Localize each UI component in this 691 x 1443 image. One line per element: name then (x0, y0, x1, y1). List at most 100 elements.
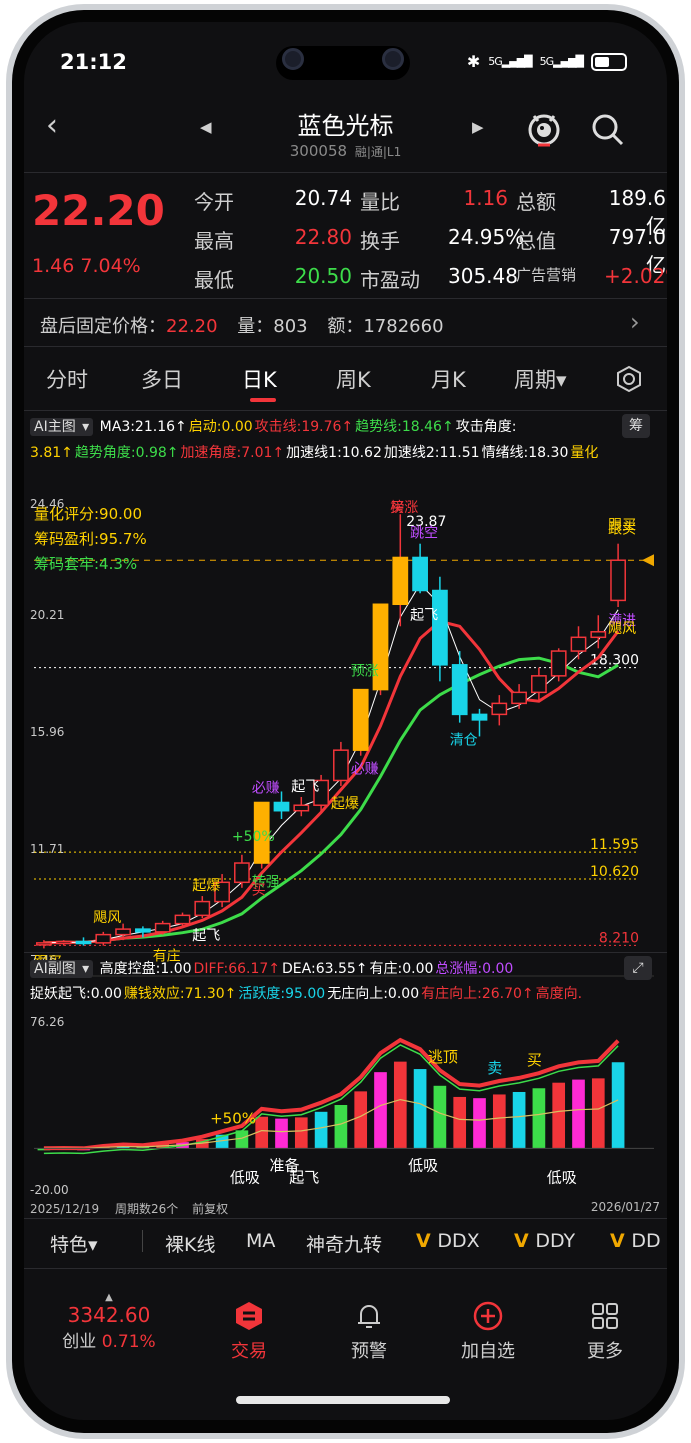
sub-bar (294, 1117, 308, 1149)
chip-distribution-icon[interactable]: 筹 (622, 414, 650, 438)
candle-body (135, 928, 151, 933)
signal-icon: 5G▂▄▆█ (539, 55, 584, 68)
feature-dropdown[interactable]: 特色▾ (50, 1230, 98, 1257)
bottom-nav: ▲ 3342.60 创业 0.71% 交易 预警 加自选 更多 (24, 1284, 667, 1374)
tab-multi-day[interactable]: 多日 (141, 364, 183, 394)
stock-name: 蓝色光标 (297, 112, 394, 140)
adjust-mode: 前复权 (192, 1202, 229, 1216)
legend-item: 3.81↑ (30, 445, 73, 461)
legend-item: DIFF:66.17↑ (193, 961, 281, 977)
tab-monthly-k[interactable]: 月K (431, 364, 466, 394)
signal-label: +50% (232, 829, 275, 845)
candle-body (95, 933, 112, 944)
toolbar-item-td9[interactable]: 神奇九转 (306, 1230, 382, 1257)
price-change: 1.46 7.04% (32, 255, 141, 277)
toolbar-item-ddy[interactable]: V DDY (514, 1230, 575, 1252)
legend-item: 量化 (570, 445, 599, 461)
legend-item: MA3:21.16↑ (99, 419, 187, 435)
settings-icon[interactable] (614, 364, 644, 399)
quote-value: 20.74 (294, 186, 352, 210)
legend-item: 加速线1:10.62 (286, 445, 382, 461)
sub-bar (473, 1098, 486, 1149)
last-price: 22.20 (32, 186, 165, 235)
y-tick-label: 76.26 (30, 1015, 64, 1029)
sub-bar (354, 1091, 368, 1149)
candle-body (333, 749, 349, 782)
toolbar-item-dd[interactable]: V DD (610, 1230, 661, 1252)
assistant-icon[interactable] (524, 108, 564, 148)
quote-label: 广告营销 (516, 266, 577, 284)
trade-icon (236, 1302, 262, 1330)
candle-body (75, 940, 92, 945)
legend-item: 赚钱效应:71.30↑ (123, 986, 237, 1002)
main-info-box: 量化评分:90.00 筹码盈利:95.7% 筹码套牢:4.3% (34, 502, 147, 577)
candle-body (610, 559, 626, 602)
signal-icon: 5G▂▄▆█ (488, 55, 532, 68)
index-change: 0.71% (101, 1332, 156, 1352)
signal-label: 预涨 (351, 664, 379, 680)
sub-bar (433, 1085, 447, 1149)
toolbar-item-naked-k[interactable]: 裸K线 (165, 1230, 215, 1257)
divider (24, 298, 667, 299)
main-legend-line2: 3.81↑ 趋势角度:0.98↑ 加速角度:7.01↑ 加速线1:10.62 加速线2:… (30, 442, 600, 462)
signal-label: 跳空 (410, 526, 438, 542)
quote-label: 最高 (194, 229, 234, 253)
screen: 21:12 ✱ 5G▂▄▆█ 5G▂▄▆█ ‹ ◀ ▶ 蓝色光标 300058 … (24, 22, 667, 1420)
info-line: 筹码套牢:4.3% (34, 555, 138, 573)
quote-label: 量比 (360, 190, 400, 214)
candle-body (352, 688, 369, 751)
index-ticker[interactable]: ▲ 3342.60 创业 0.71% (54, 1292, 164, 1352)
y-tick-label: -20.00 (30, 1183, 69, 1196)
toolbar-item-ddx[interactable]: V DDX (416, 1230, 480, 1252)
quote-label: 总额 (516, 190, 556, 214)
status-icons: ✱ 5G▂▄▆█ 5G▂▄▆█ (467, 52, 627, 71)
nav-alert[interactable]: 预警 (334, 1300, 404, 1363)
nav-add-watchlist[interactable]: 加自选 (450, 1300, 526, 1363)
tab-period[interactable]: 周期▾ (514, 364, 567, 394)
toolbar-item-ma[interactable]: MA (246, 1230, 275, 1252)
start-date: 2025/12/19 (30, 1202, 100, 1216)
status-time: 21:12 (60, 50, 127, 74)
search-icon[interactable] (590, 112, 626, 148)
sub-bar (374, 1072, 387, 1149)
signal-label: 起爆 (331, 796, 359, 812)
sub-signal-label: +50% (210, 1109, 256, 1127)
price-level-label: 8.210 (599, 930, 639, 946)
quote-value: 305.48 (448, 264, 518, 288)
nav-more[interactable]: 更多 (570, 1300, 640, 1363)
chevron-right-icon[interactable]: › (630, 308, 640, 336)
candle-body (392, 556, 409, 606)
stock-code: 300058 (289, 142, 348, 160)
sub-chart[interactable]: 76.26 -20.00 +50% 低吸 准备 起飞 低吸 低吸 逃顶卖买 (24, 1006, 667, 1197)
signal-label: 必赚 (252, 780, 280, 796)
candle-body (194, 900, 211, 917)
legend-item: 高度向. (535, 986, 583, 1002)
camera-icon (382, 48, 404, 70)
sub-indicator-select[interactable]: AI副图 ▾ (30, 960, 94, 978)
candle-body (491, 702, 508, 716)
nav-trade[interactable]: 交易 (214, 1300, 284, 1363)
main-legend-line1: AI主图 ▾ MA3:21.16↑ 启动:0.00 攻击线:19.76↑ 趋势线:18… (30, 416, 520, 436)
tab-intraday[interactable]: 分时 (46, 364, 88, 394)
sub-bar (413, 1069, 427, 1149)
index-name: 创业 (62, 1332, 97, 1352)
market-badge: 融|通|L1 (354, 145, 402, 159)
candle-body (550, 650, 567, 677)
sub-bar (492, 1094, 506, 1149)
legend-item: 趋势线:18.46↑ (355, 419, 454, 435)
main-indicator-select[interactable]: AI主图 ▾ (30, 418, 94, 436)
tab-daily-k[interactable]: 日K (242, 364, 277, 394)
sub-bar (532, 1088, 546, 1149)
expand-icon[interactable]: ⤢ (624, 956, 652, 980)
price-level-label: 11.595 (590, 837, 639, 853)
candle-body (234, 862, 250, 884)
home-indicator[interactable] (236, 1396, 450, 1404)
quote-label: 今开 (194, 190, 234, 214)
sub-bar (591, 1078, 605, 1149)
signal-label: 清仓 (450, 733, 478, 749)
plus-circle-icon (473, 1301, 503, 1331)
sentiment-line (43, 1098, 619, 1149)
legend-item: 启动:0.00 (188, 419, 253, 435)
sub-bar (512, 1091, 526, 1149)
tab-weekly-k[interactable]: 周K (336, 364, 371, 394)
